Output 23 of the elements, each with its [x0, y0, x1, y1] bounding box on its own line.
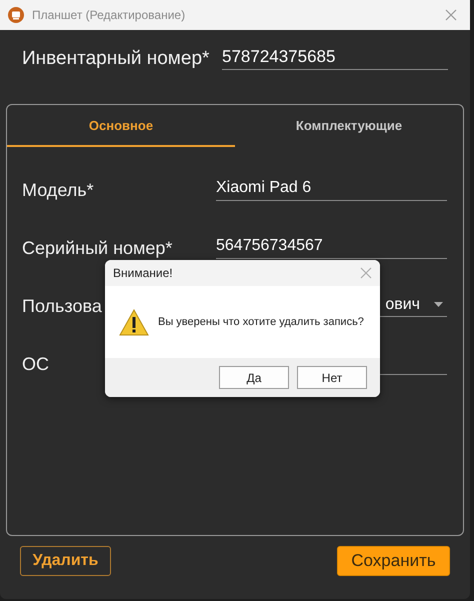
caret-icon	[434, 302, 443, 307]
field-label: ОС	[22, 354, 50, 375]
field-label: Серийный номер*	[22, 238, 174, 259]
save-button[interactable]: Сохранить	[337, 546, 450, 576]
window-title: Планшет (Редактирование)	[32, 8, 186, 22]
input-field[interactable]: 564756734567	[216, 235, 447, 259]
tab[interactable]: Комплектующие	[235, 105, 463, 147]
dialog-title: Внимание!	[113, 266, 173, 280]
field-label: Пользова	[22, 296, 103, 317]
app-icon	[8, 7, 24, 23]
tab[interactable]: Основное	[7, 105, 235, 147]
input-field[interactable]: Xiaomi Pad 6	[216, 177, 447, 201]
dropdown-value: ович	[385, 294, 420, 314]
field-label: Модель*	[22, 180, 95, 201]
delete-button[interactable]: Удалить	[20, 546, 111, 576]
dialog-message: Вы уверены что хотите удалить запись?	[158, 316, 364, 328]
warning-icon	[119, 308, 149, 336]
field-label: Инвентарный номер*	[22, 48, 210, 70]
dialog-button[interactable]: Да	[219, 366, 289, 389]
input-field[interactable]: 578724375685	[222, 46, 448, 70]
close-icon[interactable]	[444, 8, 458, 22]
close-icon[interactable]	[360, 267, 372, 279]
dialog-button[interactable]: Нет	[297, 366, 367, 389]
